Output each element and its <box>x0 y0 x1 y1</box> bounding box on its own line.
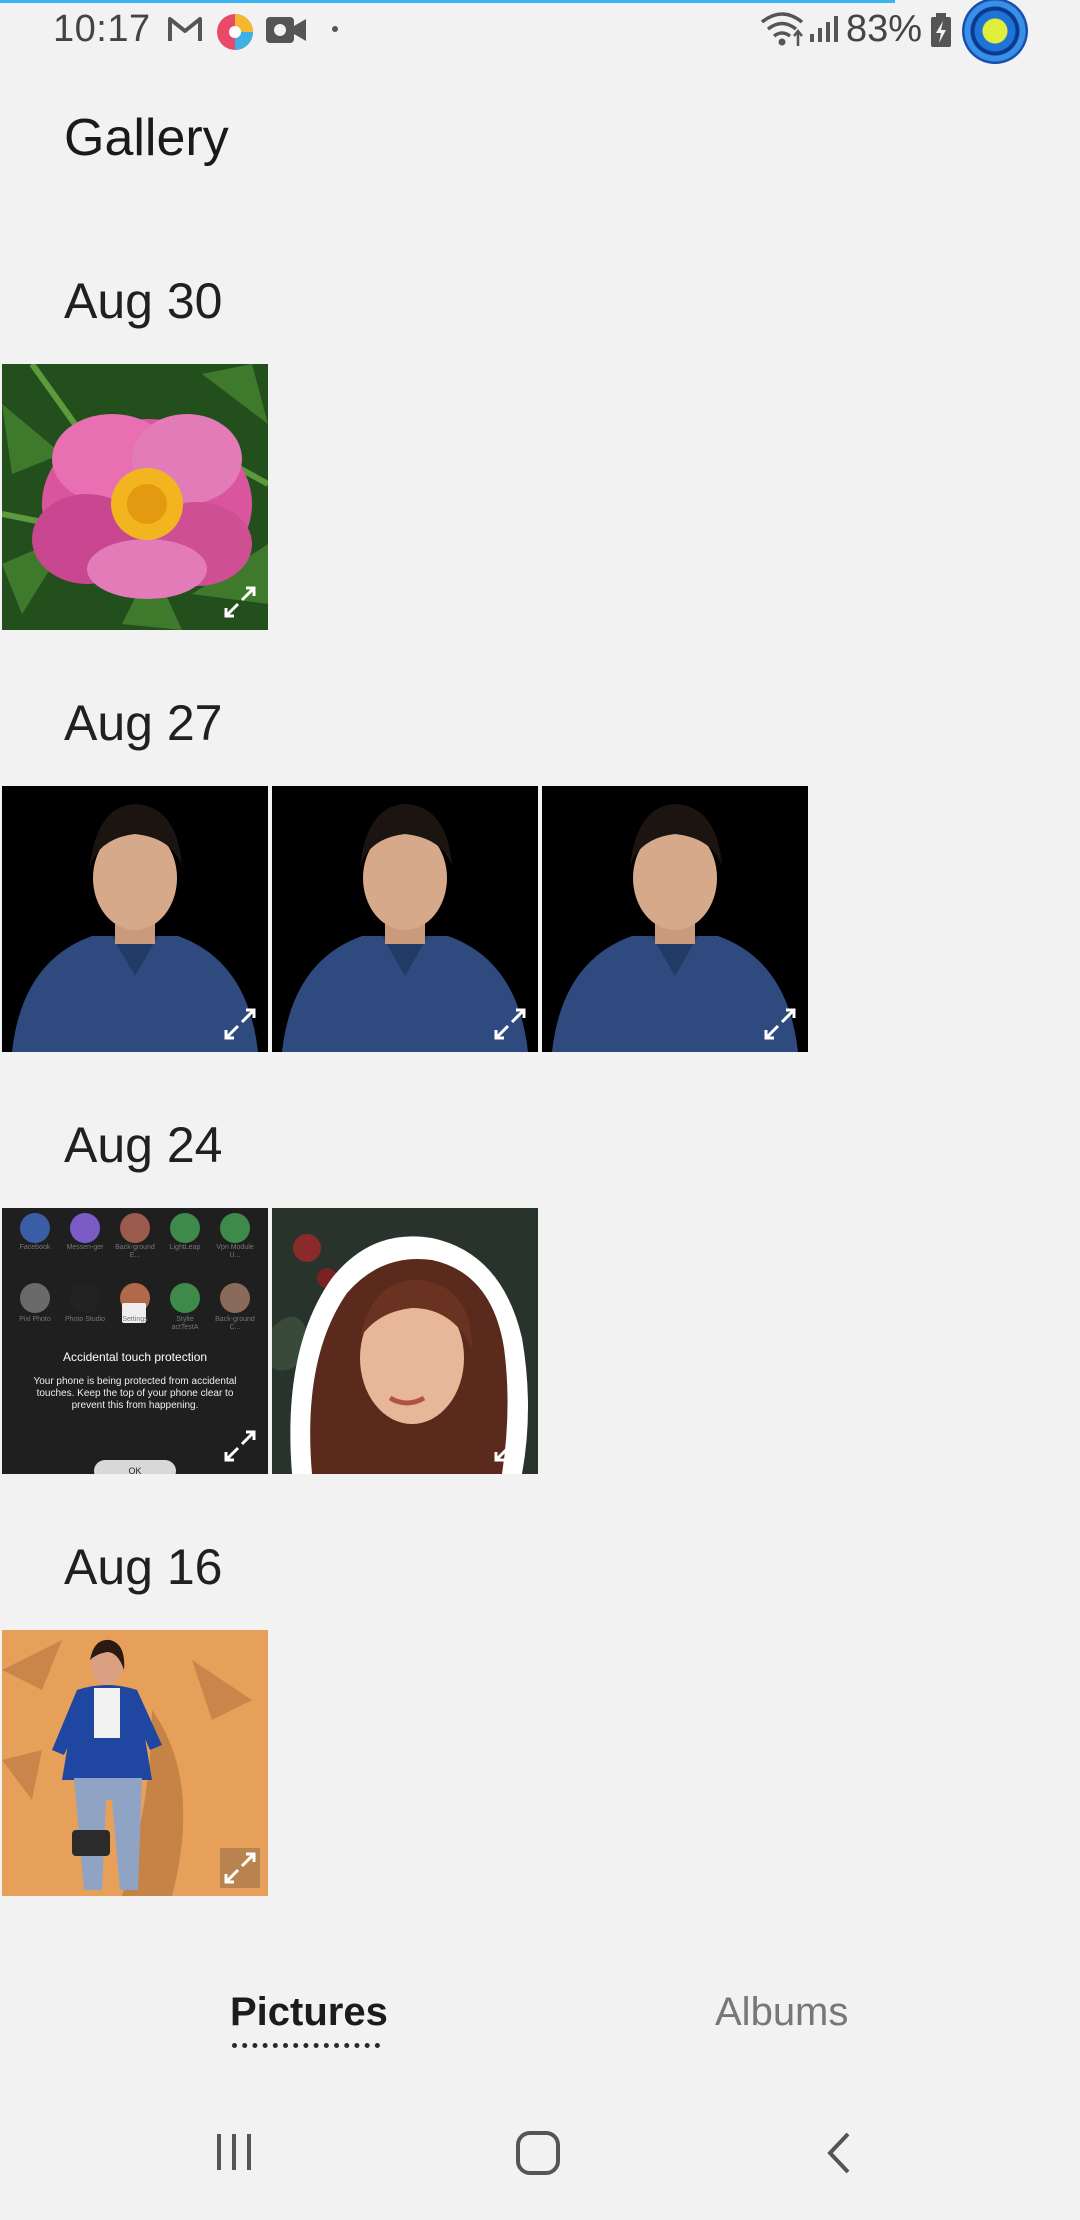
page-title: Gallery <box>64 109 229 167</box>
expand-icon[interactable] <box>220 1426 260 1466</box>
date-header: Aug 27 <box>64 695 223 751</box>
status-bar: 10:17 83% <box>0 0 1080 64</box>
dialog-ok-label: OK <box>128 1466 142 1474</box>
expand-icon[interactable] <box>760 1004 800 1044</box>
app-label: Settings <box>122 1316 148 1323</box>
date-header: Aug 24 <box>64 1117 223 1173</box>
tab-pictures[interactable]: Pictures <box>230 1990 388 2035</box>
dialog-title: Accidental touch protection <box>62 1350 208 1364</box>
wifi-icon <box>760 12 804 46</box>
app-label: Messen-ger <box>66 1244 104 1251</box>
photo-thumbnail-screenshot[interactable]: Facebook Messen-ger Back-ground E... Lig… <box>2 1208 268 1474</box>
date-header: Aug 16 <box>64 1539 223 1595</box>
photo-thumbnail-sticker-portrait[interactable] <box>272 1208 538 1474</box>
expand-icon[interactable] <box>490 1426 530 1466</box>
expand-icon[interactable] <box>220 1848 260 1888</box>
app-label: Facebook <box>19 1244 51 1251</box>
photo-thumbnail-portrait[interactable] <box>2 786 268 1052</box>
photo-editor-icon <box>217 14 253 50</box>
photo-thumbnail-flower[interactable] <box>2 364 268 630</box>
gmail-icon <box>168 17 202 41</box>
app-label: Back-ground C... <box>215 1316 255 1331</box>
video-camera-icon <box>266 17 306 43</box>
tab-pictures-indicator <box>232 2043 380 2048</box>
app-label: Vpn Module U... <box>216 1244 254 1259</box>
app-label: Back-ground E... <box>115 1244 155 1259</box>
photo-thumbnail-portrait[interactable] <box>542 786 808 1052</box>
home-icon[interactable] <box>515 2130 561 2176</box>
dialog-body: Your phone is being protected from accid… <box>33 1376 237 1411</box>
signal-icon <box>810 16 838 42</box>
expand-icon[interactable] <box>220 582 260 622</box>
expand-icon[interactable] <box>490 1004 530 1044</box>
recents-icon[interactable] <box>212 2130 256 2174</box>
app-label: Pixl Photo <box>19 1316 51 1323</box>
photo-thumbnail-fashion[interactable] <box>2 1630 268 1896</box>
status-time: 10:17 <box>53 8 151 50</box>
expand-icon[interactable] <box>220 1004 260 1044</box>
tab-albums[interactable]: Albums <box>715 1990 848 2035</box>
battery-charging-icon <box>931 13 951 47</box>
photo-thumbnail-portrait[interactable] <box>272 786 538 1052</box>
date-header: Aug 30 <box>64 273 223 329</box>
app-label: Photo Studio <box>64 1316 106 1323</box>
app-label: Stylte actTestA <box>171 1316 199 1331</box>
battery-percent: 83% <box>845 8 922 50</box>
assistant-bubble-icon[interactable] <box>962 0 1028 64</box>
app-label: LightLeap <box>169 1244 201 1251</box>
back-icon[interactable] <box>824 2130 854 2176</box>
more-dot-icon <box>332 26 338 32</box>
